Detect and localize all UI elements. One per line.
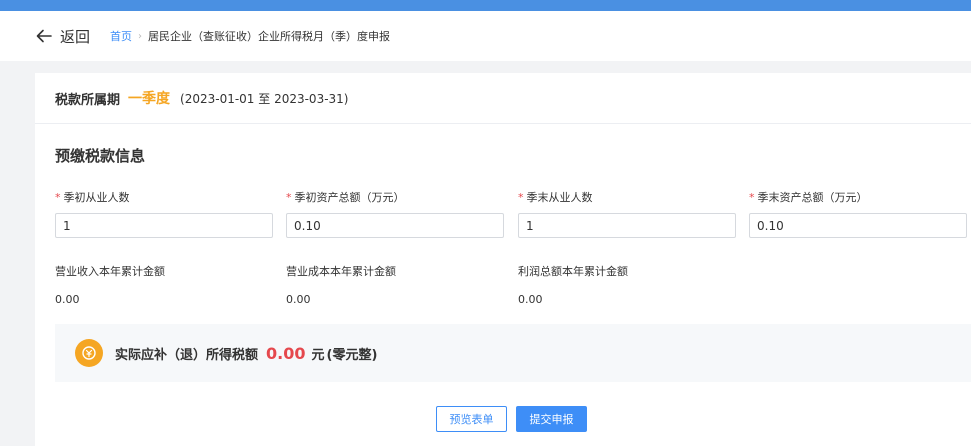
stat-revenue: 营业收入本年累计金额 0.00 (55, 263, 165, 306)
stat-profit: 利润总额本年累计金额 0.00 (518, 263, 628, 306)
breadcrumb-home-link[interactable]: 首页 (110, 28, 132, 44)
field-label: * 季末从业人数 (518, 191, 593, 204)
arrow-left-icon (36, 29, 52, 43)
stat-label: 营业收入本年累计金额 (55, 265, 165, 278)
section-title: 预缴税款信息 (55, 147, 146, 165)
end-employees-input[interactable] (518, 213, 736, 238)
stat-label: 利润总额本年累计金额 (518, 265, 628, 278)
breadcrumb-separator: › (138, 30, 143, 42)
required-mark: * (749, 191, 755, 204)
preview-form-button[interactable]: 预览表单 (436, 406, 507, 432)
field-label: * 季初资产总额（万元） (286, 191, 405, 204)
coin-glyph (82, 346, 96, 360)
nav-bar: 返回 首页 › 居民企业（查账征收）企业所得税月（季）度申报 (0, 11, 971, 61)
field-end-employees: * 季末从业人数 (518, 191, 738, 238)
declaration-card: 税款所属期 一季度 (2023-01-01 至 2023-03-31) 预缴税款… (35, 73, 971, 446)
coin-icon (75, 339, 103, 367)
field-label: * 季初从业人数 (55, 191, 130, 204)
start-assets-input[interactable] (286, 213, 504, 238)
back-button[interactable]: 返回 (36, 26, 90, 47)
breadcrumb-current: 居民企业（查账征收）企业所得税月（季）度申报 (148, 30, 391, 43)
field-start-assets: * 季初资产总额（万元） (286, 191, 506, 238)
top-bar (0, 0, 971, 11)
stat-cost: 营业成本本年累计金额 0.00 (286, 263, 396, 306)
breadcrumb: 首页 › 居民企业（查账征收）企业所得税月（季）度申报 (110, 28, 390, 44)
tax-label: 实际应补（退）所得税额 (115, 347, 259, 363)
required-mark: * (518, 191, 524, 204)
stat-value: 0.00 (518, 293, 543, 306)
field-start-employees: * 季初从业人数 (55, 191, 275, 238)
required-mark: * (286, 191, 292, 204)
tax-payable-summary: 实际应补（退）所得税额 0.00 元 (零元整) (55, 324, 971, 382)
tax-amount: 0.00 (266, 343, 306, 363)
stat-value: 0.00 (286, 293, 311, 306)
tax-period: 税款所属期 一季度 (2023-01-01 至 2023-03-31) (35, 73, 971, 124)
required-mark: * (55, 191, 61, 204)
field-label: * 季末资产总额（万元） (749, 191, 868, 204)
period-value: 一季度 (128, 91, 171, 107)
tax-unit: 元 (311, 347, 325, 363)
stat-label: 营业成本本年累计金额 (286, 265, 396, 278)
field-end-assets: * 季末资产总额（万元） (749, 191, 969, 238)
period-label: 税款所属期 (55, 92, 121, 108)
tax-amount-in-words: (零元整) (326, 347, 378, 363)
end-assets-input[interactable] (749, 213, 967, 238)
period-range: (2023-01-01 至 2023-03-31) (180, 91, 349, 106)
start-employees-input[interactable] (55, 213, 273, 238)
stat-value: 0.00 (55, 293, 80, 306)
submit-declaration-button[interactable]: 提交申报 (516, 406, 587, 432)
back-label: 返回 (60, 27, 91, 46)
